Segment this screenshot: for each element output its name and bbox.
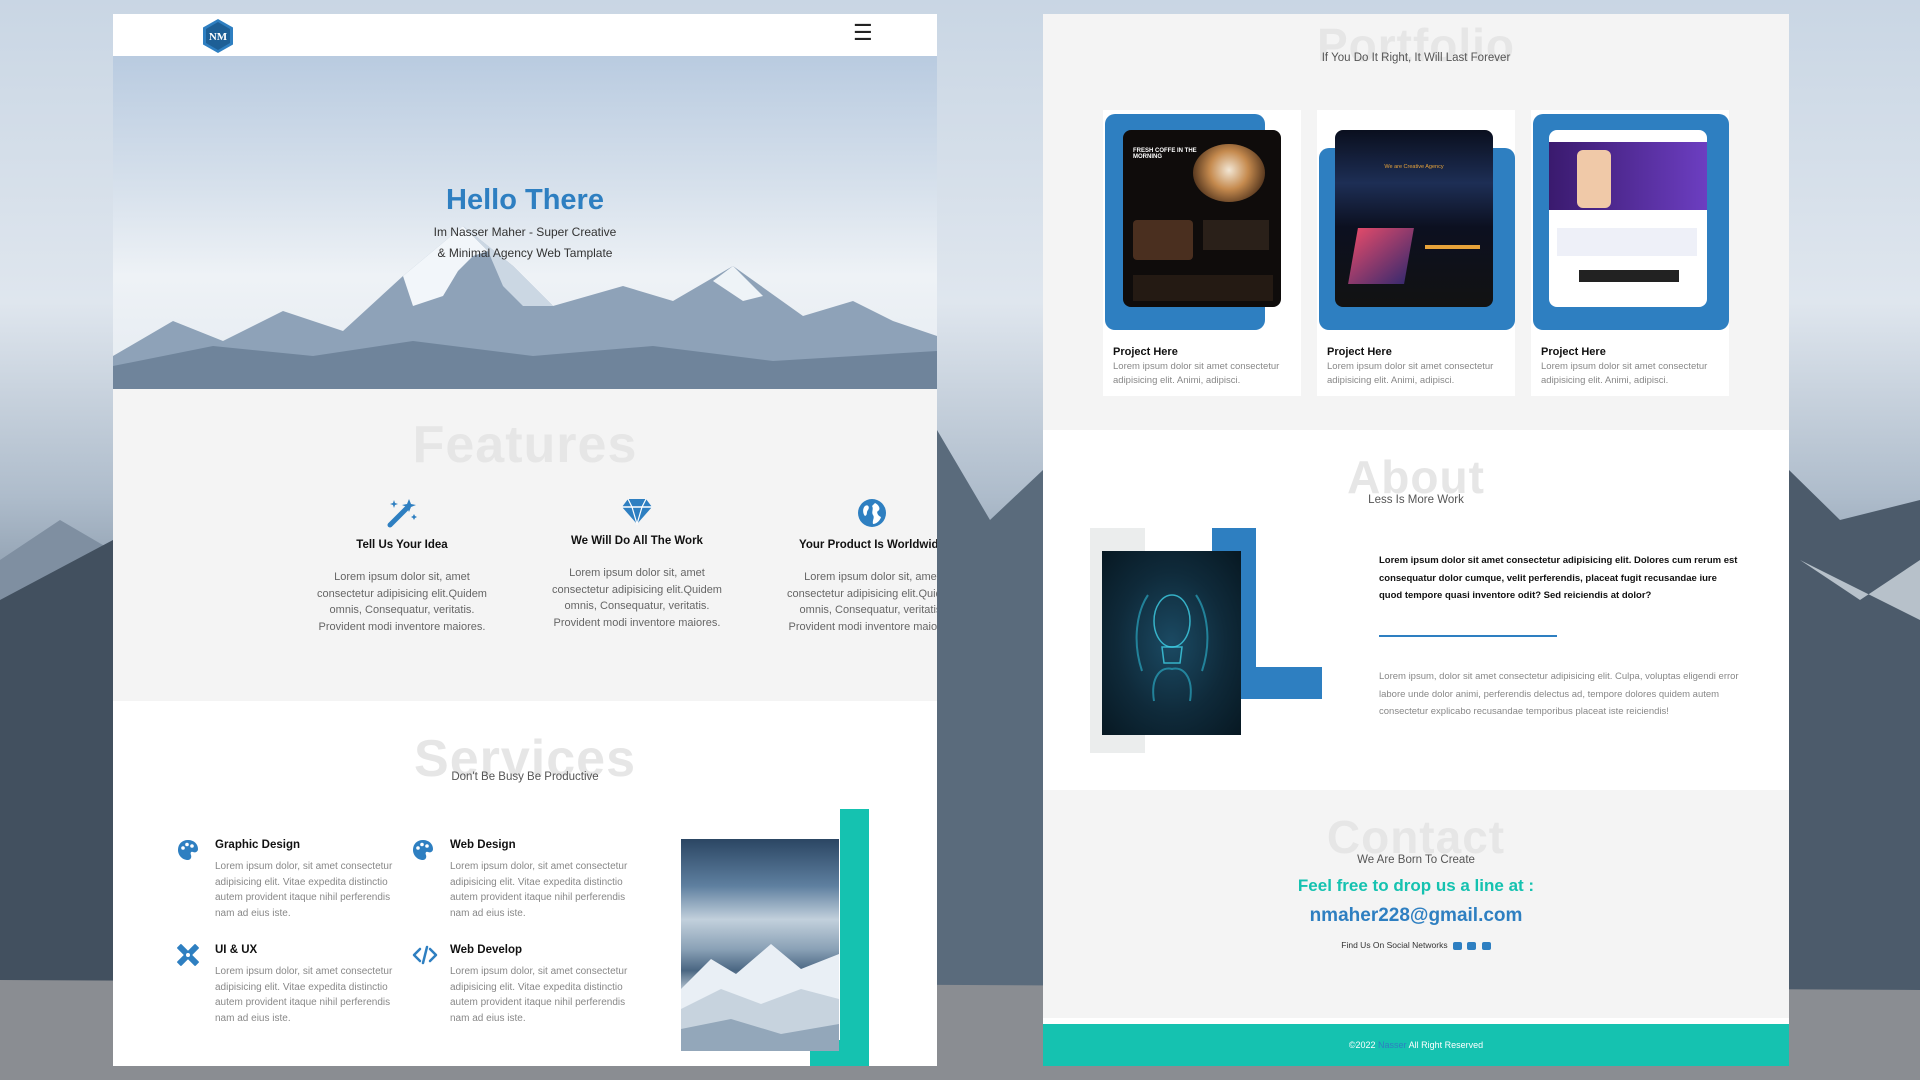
screenshot-header xyxy=(1549,142,1707,210)
footer-suffix: All Right Reserved xyxy=(1406,1040,1484,1050)
screenshot-caption: FRESH COFFE IN THE MORNING xyxy=(1133,148,1197,160)
footer-prefix: ©2022 xyxy=(1348,1040,1379,1050)
service-text: Lorem ipsum dolor, sit amet consectetur … xyxy=(215,861,393,919)
feature-title: Tell Us Your Idea xyxy=(356,539,448,551)
hero-section: Hello There Im Nasser Maher - Super Crea… xyxy=(113,56,937,389)
logo-text: NM xyxy=(209,31,228,43)
palette-icon xyxy=(178,840,198,860)
project-text: Lorem ipsum dolor sit amet consectetur a… xyxy=(1327,361,1494,386)
project-title: Project Here xyxy=(1327,346,1392,358)
feature-text: Lorem ipsum dolor sit, amet consectetur … xyxy=(317,571,487,633)
project-card[interactable]: Project Here Lorem ipsum dolor sit amet … xyxy=(1531,110,1729,396)
portfolio-section: Portfolio If You Do It Right, It Will La… xyxy=(1043,14,1789,430)
portfolio-subtitle: If You Do It Right, It Will Last Forever xyxy=(1321,52,1511,64)
contact-subtitle: We Are Born To Create xyxy=(1357,854,1475,866)
feature-item: We Will Do All The Work Lorem ipsum dolo… xyxy=(542,497,732,631)
contact-lead: Feel free to drop us a line at : xyxy=(1297,876,1535,895)
features-ghost-title: Features xyxy=(412,416,638,474)
diamond-icon xyxy=(622,498,652,525)
services-mountain-image xyxy=(681,839,839,1051)
hamburger-icon[interactable]: ☰ xyxy=(853,22,873,44)
footer: ©2022 Nasser All Right Reserved xyxy=(1043,1024,1789,1066)
project-text: Lorem ipsum dolor sit amet consectetur a… xyxy=(1113,361,1280,386)
hero-subtitle-line1: Im Nasser Maher - Super Creative xyxy=(433,225,617,239)
project-card[interactable]: FRESH COFFE IN THE MORNING Project Here … xyxy=(1103,110,1301,396)
project-screenshot[interactable] xyxy=(1549,130,1707,307)
screenshot-block xyxy=(1425,245,1480,249)
services-image-peaks xyxy=(681,944,839,1051)
about-section: About Less Is More Work Lorem ipsum dolo… xyxy=(1043,430,1789,790)
social-label: Find Us On Social Networks xyxy=(1341,940,1448,950)
project-title: Project Here xyxy=(1113,346,1178,358)
magic-wand-icon xyxy=(387,499,417,528)
service-title: Web Design xyxy=(450,839,516,851)
about-divider xyxy=(1379,635,1557,637)
lightbulb-icon xyxy=(1135,594,1209,702)
code-icon xyxy=(412,945,438,965)
screenshot-block xyxy=(1557,228,1697,256)
feature-title: Your Product Is Worldwide xyxy=(799,539,937,551)
screenshot-caption: We are Creative Agency xyxy=(1384,164,1444,170)
feature-item: Your Product Is Worldwide Lorem ipsum do… xyxy=(777,497,937,635)
screenshot-block xyxy=(1579,270,1679,282)
project-screenshot[interactable]: FRESH COFFE IN THE MORNING xyxy=(1123,130,1281,307)
service-text: Lorem ipsum dolor, sit amet consectetur … xyxy=(450,861,628,919)
project-card[interactable]: We are Creative Agency Project Here Lore… xyxy=(1317,110,1515,396)
youtube-icon[interactable] xyxy=(1452,941,1462,950)
logo-icon[interactable]: NM xyxy=(202,18,234,54)
hero-title: Hello There xyxy=(446,184,604,216)
globe-icon xyxy=(858,499,886,527)
about-subtitle: Less Is More Work xyxy=(1368,494,1464,506)
project-title: Project Here xyxy=(1541,346,1606,358)
about-lightbulb-image xyxy=(1102,551,1241,735)
service-text: Lorem ipsum dolor, sit amet consectetur … xyxy=(215,966,393,1024)
screenshot-block xyxy=(1133,220,1193,260)
services-section: Services Don't Be Busy Be Productive Gra… xyxy=(113,701,937,1066)
about-bold-text: Lorem ipsum dolor sit amet consectetur a… xyxy=(1379,555,1738,601)
feature-title: We Will Do All The Work xyxy=(571,535,703,547)
phone-illustration xyxy=(1577,150,1611,208)
left-page: NM ☰ Hello There Im Nasser Maher - Super… xyxy=(113,14,937,1066)
service-title: Web Develop xyxy=(450,944,522,956)
social-row: Find Us On Social Networks xyxy=(1043,940,1789,950)
feature-text: Lorem ipsum dolor sit, amet consectetur … xyxy=(787,571,937,633)
isometric-illustration xyxy=(1348,228,1414,284)
feature-text: Lorem ipsum dolor sit, amet consectetur … xyxy=(552,567,722,629)
project-screenshot[interactable]: We are Creative Agency xyxy=(1335,130,1493,307)
screenshot-block xyxy=(1133,275,1273,301)
service-text: Lorem ipsum dolor, sit amet consectetur … xyxy=(450,966,628,1024)
features-section: Features Tell Us Your Idea Lorem ipsum d… xyxy=(113,389,937,701)
about-text: Lorem ipsum, dolor sit amet consectetur … xyxy=(1379,671,1739,717)
services-subtitle: Don't Be Busy Be Productive xyxy=(451,771,599,783)
project-text: Lorem ipsum dolor sit amet consectetur a… xyxy=(1541,361,1708,386)
coffee-cup-image xyxy=(1193,144,1265,202)
service-title: Graphic Design xyxy=(215,839,300,851)
contact-section: Contact We Are Born To Create Feel free … xyxy=(1043,790,1789,1018)
navbar: NM ☰ xyxy=(113,14,937,56)
service-title: UI & UX xyxy=(215,944,258,956)
hero-subtitle: Im Nasser Maher - Super Creative & Minim… xyxy=(113,222,937,264)
screenshot-block xyxy=(1203,220,1269,250)
facebook-icon[interactable] xyxy=(1467,941,1477,950)
footer-brand-link[interactable]: Nasser xyxy=(1378,1040,1407,1050)
feature-item: Tell Us Your Idea Lorem ipsum dolor sit,… xyxy=(307,497,497,635)
palette-icon xyxy=(413,840,433,860)
contact-email-link[interactable]: nmaher228@gmail.com xyxy=(1043,905,1789,927)
pencil-ruler-icon xyxy=(177,944,199,966)
right-page: Portfolio If You Do It Right, It Will La… xyxy=(1043,14,1789,1066)
twitter-icon[interactable] xyxy=(1481,941,1491,950)
hero-subtitle-line2: & Minimal Agency Web Tamplate xyxy=(437,246,613,260)
